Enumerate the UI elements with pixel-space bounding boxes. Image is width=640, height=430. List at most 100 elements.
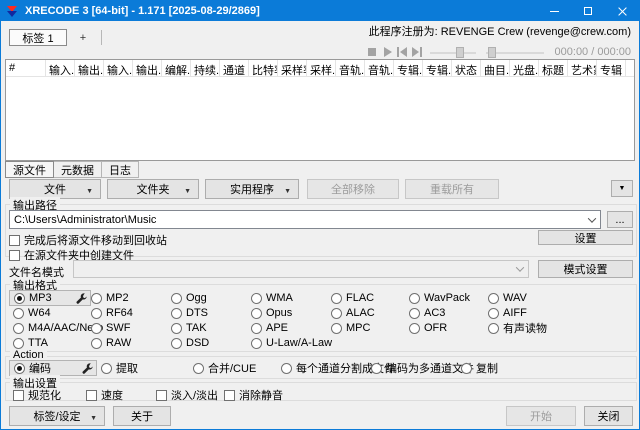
- close-button[interactable]: [605, 1, 639, 21]
- column-header[interactable]: 通道: [220, 60, 249, 76]
- normalize-checkbox[interactable]: 规范化: [13, 387, 61, 403]
- tab-file-1[interactable]: 标签 1: [9, 29, 67, 46]
- column-header[interactable]: 音轨...: [365, 60, 394, 76]
- column-header[interactable]: 专辑...: [423, 60, 452, 76]
- format-option-label: FLAC: [346, 292, 374, 304]
- column-header[interactable]: 专辑...: [394, 60, 423, 76]
- column-header[interactable]: 音轨...: [336, 60, 365, 76]
- next-track-button[interactable]: [410, 46, 425, 59]
- radio-icon: [13, 308, 24, 319]
- more-options-button[interactable]: ▼: [611, 180, 633, 197]
- column-header[interactable]: 光盘...: [510, 60, 539, 76]
- action-encode-selected-panel[interactable]: 编码: [9, 360, 97, 376]
- tab-log[interactable]: 日志: [102, 161, 139, 178]
- column-header[interactable]: 比特率: [249, 60, 278, 76]
- format-option[interactable]: AIFF: [488, 306, 527, 320]
- radio-icon: [171, 323, 182, 334]
- radio-icon: [331, 293, 342, 304]
- format-mp3-selected-panel[interactable]: MP3: [9, 290, 91, 306]
- wrench-icon[interactable]: [81, 362, 93, 374]
- column-header[interactable]: 采样...: [307, 60, 336, 76]
- format-option[interactable]: WMA: [251, 291, 293, 305]
- format-option[interactable]: WavPack: [409, 291, 470, 305]
- format-option-label: OFR: [424, 322, 447, 334]
- close-dialog-button[interactable]: 关闭: [584, 406, 633, 426]
- previous-track-icon: [397, 47, 407, 57]
- format-option[interactable]: MP2: [91, 291, 129, 305]
- fade-label: 淡入/淡出: [171, 387, 218, 403]
- format-option-label: DSD: [186, 337, 209, 349]
- format-option[interactable]: TAK: [171, 321, 207, 335]
- column-header[interactable]: #: [6, 60, 46, 76]
- action-option[interactable]: 合并/CUE: [193, 361, 256, 375]
- stop-button[interactable]: [365, 46, 380, 59]
- wrench-icon[interactable]: [75, 292, 87, 304]
- pattern-settings-button[interactable]: 模式设置: [538, 260, 633, 278]
- column-header[interactable]: 标题: [539, 60, 568, 76]
- format-option[interactable]: M4A/AAC/Nero: [13, 321, 103, 335]
- column-header[interactable]: 专辑: [597, 60, 626, 76]
- column-header[interactable]: 输入...: [46, 60, 75, 76]
- output-path-settings-button[interactable]: 设置: [538, 230, 633, 245]
- column-header[interactable]: 输出...: [75, 60, 104, 76]
- format-option[interactable]: TTA: [13, 336, 48, 350]
- action-option[interactable]: 编码为多通道文件: [371, 361, 474, 375]
- utilities-menu-button[interactable]: 实用程序 ▼: [205, 179, 299, 199]
- file-menu-button[interactable]: 文件 ▼: [9, 179, 101, 199]
- column-header[interactable]: 状态: [452, 60, 481, 76]
- previous-track-button[interactable]: [395, 46, 410, 59]
- filename-pattern-combobox[interactable]: [73, 260, 529, 278]
- format-option[interactable]: SWF: [91, 321, 130, 335]
- column-header[interactable]: 采样率: [278, 60, 307, 76]
- remove-silence-checkbox[interactable]: 消除静音: [224, 387, 283, 403]
- action-option[interactable]: 复制: [461, 361, 498, 375]
- reload-all-button[interactable]: 重载所有: [405, 179, 499, 199]
- minimize-button[interactable]: [537, 1, 571, 21]
- format-option[interactable]: RAW: [91, 336, 131, 350]
- move-to-recycle-checkbox[interactable]: 完成后将源文件移动到回收站: [9, 232, 167, 248]
- column-header[interactable]: 艺术家: [568, 60, 597, 76]
- format-option[interactable]: 有声读物: [488, 321, 547, 335]
- registration-text: 此程序注册为: REVENGE Crew (revenge@crew.com): [369, 23, 631, 39]
- folder-menu-button[interactable]: 文件夹 ▼: [107, 179, 199, 199]
- seek-slider[interactable]: [430, 46, 476, 59]
- format-option[interactable]: DTS: [171, 306, 208, 320]
- maximize-button[interactable]: [571, 1, 605, 21]
- format-option[interactable]: WAV: [488, 291, 527, 305]
- format-option[interactable]: W64: [13, 306, 51, 320]
- tags-presets-button[interactable]: 标签/设定 ▼: [9, 406, 105, 426]
- column-header[interactable]: 输入...: [104, 60, 133, 76]
- format-option[interactable]: FLAC: [331, 291, 374, 305]
- format-option[interactable]: APE: [251, 321, 288, 335]
- fade-checkbox[interactable]: 淡入/淡出: [156, 387, 218, 403]
- column-header[interactable]: 编解...: [162, 60, 191, 76]
- format-option[interactable]: AC3: [409, 306, 445, 320]
- format-option-label: APE: [266, 322, 288, 334]
- column-header[interactable]: 输出...: [133, 60, 162, 76]
- action-option[interactable]: 提取: [101, 361, 138, 375]
- about-button[interactable]: 关于: [113, 406, 171, 426]
- output-path-combobox[interactable]: C:\Users\Administrator\Music: [9, 210, 601, 229]
- format-option[interactable]: Ogg: [171, 291, 207, 305]
- add-tab-button[interactable]: +: [71, 30, 95, 45]
- tab-metadata[interactable]: 元数据: [54, 161, 102, 178]
- format-option[interactable]: OFR: [409, 321, 447, 335]
- radio-icon: [91, 293, 102, 304]
- browse-output-path-button[interactable]: ...: [607, 211, 633, 228]
- format-option[interactable]: U-Law/A-Law: [251, 336, 332, 350]
- column-header[interactable]: 曲目...: [481, 60, 510, 76]
- format-option[interactable]: Opus: [251, 306, 292, 320]
- remove-all-button[interactable]: 全部移除: [307, 179, 399, 199]
- play-button[interactable]: [380, 46, 395, 59]
- tab-source-files[interactable]: 源文件: [5, 161, 54, 178]
- format-option[interactable]: RF64: [91, 306, 133, 320]
- format-option[interactable]: MPC: [331, 321, 370, 335]
- format-option[interactable]: ALAC: [331, 306, 375, 320]
- speed-checkbox[interactable]: 速度: [86, 387, 123, 403]
- player-controls: 000:00 / 000:00: [365, 45, 631, 59]
- volume-slider[interactable]: [486, 46, 544, 59]
- format-option[interactable]: DSD: [171, 336, 209, 350]
- column-header[interactable]: 持续...: [191, 60, 220, 76]
- start-button[interactable]: 开始: [506, 406, 576, 426]
- source-file-list[interactable]: # 输入... 输出... 输入... 输出... 编解... 持续... 通道…: [5, 59, 635, 161]
